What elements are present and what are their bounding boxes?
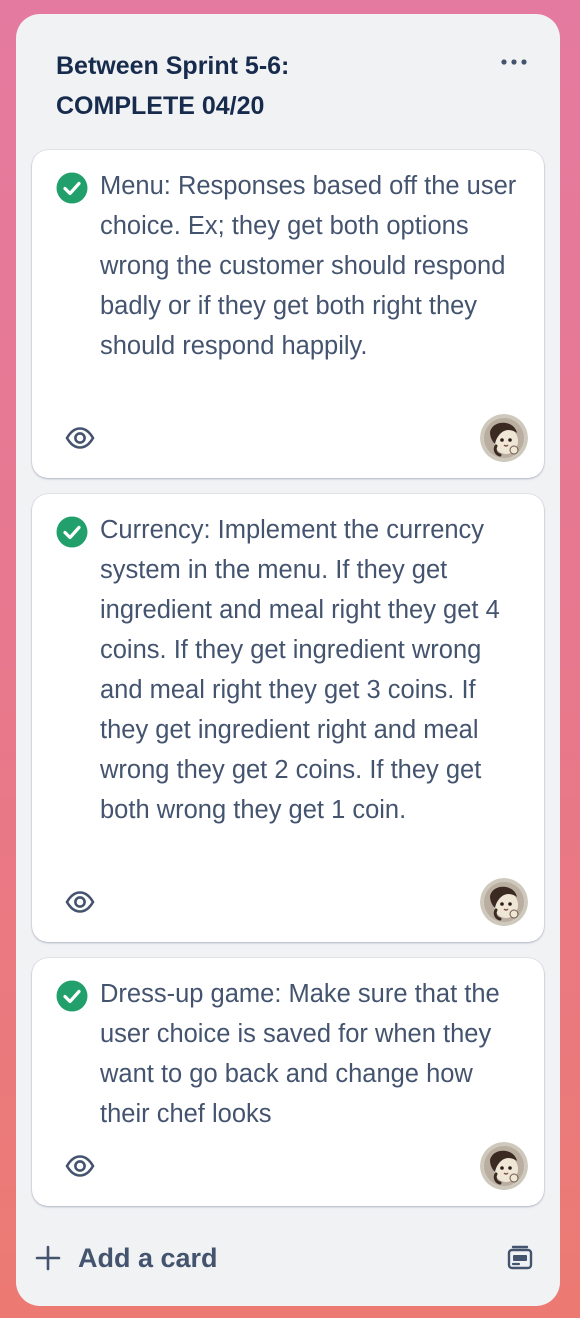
card-title: Currency: Implement the currency system … <box>100 516 500 824</box>
list-title[interactable]: Between Sprint 5-6: COMPLETE 04/20 <box>56 46 456 126</box>
ellipsis-icon <box>501 59 527 65</box>
card-dress-up-game[interactable]: Dress-up game: Make sure that the user c… <box>32 958 544 1206</box>
card-title: Menu: Responses based off the user choic… <box>100 172 517 360</box>
card-title: Dress-up game: Make sure that the user c… <box>100 980 500 1128</box>
add-card-button[interactable]: Add a card <box>34 1234 474 1282</box>
eye-icon <box>65 891 95 913</box>
eye-icon <box>65 427 95 449</box>
member-avatar[interactable] <box>480 878 528 926</box>
list-header[interactable]: Between Sprint 5-6: COMPLETE 04/20 <box>56 46 456 126</box>
check-circle-icon[interactable] <box>56 980 88 1012</box>
member-avatar[interactable] <box>480 1142 528 1190</box>
card-menu-responses[interactable]: Menu: Responses based off the user choic… <box>32 150 544 478</box>
check-circle-icon[interactable] <box>56 516 88 548</box>
card-template-icon <box>507 1245 533 1270</box>
member-avatar[interactable] <box>480 414 528 462</box>
card-currency[interactable]: Currency: Implement the currency system … <box>32 494 544 942</box>
check-circle-icon[interactable] <box>56 172 88 204</box>
list-menu-button[interactable] <box>486 42 542 82</box>
plus-icon <box>35 1245 61 1271</box>
create-from-template-button[interactable] <box>500 1238 540 1278</box>
list-column: Between Sprint 5-6: COMPLETE 04/20 Menu:… <box>16 14 560 1306</box>
eye-icon <box>65 1155 95 1177</box>
add-card-label: Add a card <box>78 1242 218 1273</box>
